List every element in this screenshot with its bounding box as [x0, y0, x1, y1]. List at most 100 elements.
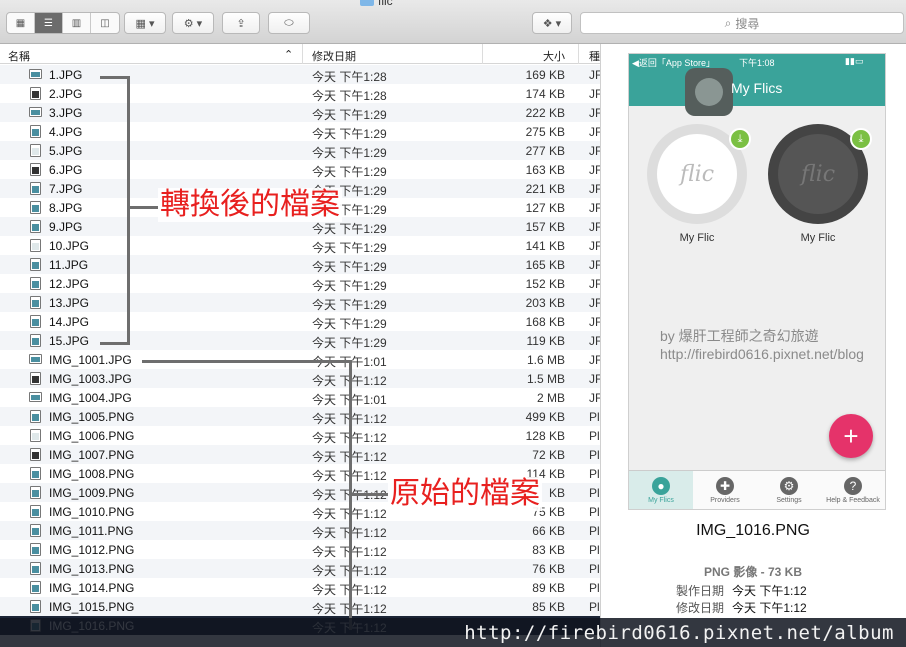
image-file-icon [30, 486, 41, 499]
file-row[interactable]: 14.JPG 今天 下午1:29 168 KB JF [0, 312, 600, 331]
column-kind[interactable]: 種 [589, 48, 600, 64]
phone-status-bar: ◀返回「App Store」 下午1:08 ▮▮▭ [629, 54, 885, 70]
file-size: 83 KB [532, 543, 565, 557]
column-divider[interactable] [302, 44, 303, 64]
file-size: 163 KB [525, 163, 565, 177]
tab-help: ? Help & Feedback [821, 471, 885, 509]
file-row[interactable]: IMG_1011.PNG 今天 下午1:12 66 KB Pl [0, 521, 600, 540]
file-kind: JF [589, 315, 600, 329]
file-kind: JF [589, 163, 600, 177]
file-kind: JF [589, 239, 600, 253]
column-date[interactable]: 修改日期 [312, 48, 356, 64]
file-size: 221 KB [525, 182, 565, 196]
app-logo-icon [685, 68, 733, 116]
image-file-icon [30, 372, 41, 385]
file-row[interactable]: 1.JPG 今天 下午1:28 169 KB JF [0, 65, 600, 84]
sort-chevron-icon[interactable]: ⌃ [284, 48, 293, 61]
file-row[interactable]: IMG_1015.PNG 今天 下午1:12 85 KB Pl [0, 597, 600, 616]
file-size: 203 KB [525, 296, 565, 310]
file-name: 3.JPG [49, 106, 83, 120]
dropbox-button[interactable]: ❖ ▾ [532, 12, 572, 34]
preview-image: ◀返回「App Store」 下午1:08 ▮▮▭ My Flics flic … [628, 53, 886, 510]
file-kind: JF [589, 87, 600, 101]
file-name: 7.JPG [49, 182, 83, 196]
share-button[interactable]: ⇪ [222, 12, 260, 34]
finder-window: { "window": {"title": "flic"}, "toolbar"… [0, 0, 906, 647]
file-kind: Pl [589, 410, 600, 424]
file-kind: JF [589, 106, 600, 120]
tab-providers: ✚ Providers [693, 471, 757, 509]
file-row[interactable]: IMG_1004.JPG 今天 下午1:01 2 MB JF [0, 388, 600, 407]
gear-icon: ⚙ ▾ [183, 17, 203, 30]
meta-key: 修改日期 [675, 601, 724, 615]
tab-settings: ⚙ Settings [757, 471, 821, 509]
file-row[interactable]: IMG_1013.PNG 今天 下午1:12 76 KB Pl [0, 559, 600, 578]
column-name[interactable]: 名稱 [8, 48, 30, 64]
file-size: 222 KB [525, 106, 565, 120]
file-row[interactable]: 13.JPG 今天 下午1:29 203 KB JF [0, 293, 600, 312]
file-row[interactable]: 2.JPG 今天 下午1:28 174 KB JF [0, 84, 600, 103]
tab-label: Providers [710, 497, 740, 504]
grid-view-icon[interactable]: ▦ [7, 13, 35, 33]
image-file-icon [30, 410, 41, 423]
folder-icon [360, 0, 374, 6]
column-divider[interactable] [482, 44, 483, 64]
file-size: 499 KB [525, 410, 565, 424]
file-kind: JF [589, 277, 600, 291]
gear-icon: ⚙ [780, 477, 798, 495]
puzzle-icon: ✚ [716, 477, 734, 495]
watermark-url: http://firebird0616.pixnet.net/blog [660, 346, 864, 362]
list-view-icon[interactable]: ☰ [35, 13, 63, 33]
file-name: 10.JPG [49, 239, 90, 253]
search-field[interactable]: ⌕ 搜尋 [580, 12, 904, 34]
meta-value: 今天 下午1:12 [732, 584, 807, 598]
file-size: 76 KB [532, 562, 565, 576]
file-date: 今天 下午1:28 [312, 70, 387, 84]
file-row[interactable]: 6.JPG 今天 下午1:29 163 KB JF [0, 160, 600, 179]
file-row[interactable]: 5.JPG 今天 下午1:29 277 KB JF [0, 141, 600, 160]
column-size[interactable]: 大小 [543, 48, 565, 64]
file-date: 今天 下午1:29 [312, 165, 387, 179]
download-icon: ⤓ [729, 128, 751, 150]
file-row[interactable]: 15.JPG 今天 下午1:29 119 KB JF [0, 331, 600, 350]
bracket-converted [127, 76, 130, 345]
file-row[interactable]: 12.JPG 今天 下午1:29 152 KB JF [0, 274, 600, 293]
phone-tab-bar: ● My Flics ✚ Providers ⚙ Settings ? Help & F… [629, 470, 885, 509]
file-row[interactable]: IMG_1005.PNG 今天 下午1:12 499 KB Pl [0, 407, 600, 426]
file-row[interactable]: IMG_1003.JPG 今天 下午1:12 1.5 MB JF [0, 369, 600, 388]
bracket-bottom [100, 342, 130, 345]
view-switcher[interactable]: ▦ ☰ ▥ ◫ [6, 12, 120, 34]
image-file-icon [30, 315, 41, 328]
image-file-icon [30, 239, 41, 252]
coverflow-view-icon[interactable]: ◫ [91, 13, 119, 33]
column-divider[interactable] [578, 44, 579, 64]
file-row[interactable]: 4.JPG 今天 下午1:29 275 KB JF [0, 122, 600, 141]
file-row[interactable]: 11.JPG 今天 下午1:29 165 KB JF [0, 255, 600, 274]
file-row[interactable]: IMG_1012.PNG 今天 下午1:12 83 KB Pl [0, 540, 600, 559]
tag-button[interactable]: ⬭ [268, 12, 310, 34]
file-row[interactable]: 3.JPG 今天 下午1:29 222 KB JF [0, 103, 600, 122]
file-name: 11.JPG [49, 258, 89, 272]
file-size: 1.5 MB [526, 372, 565, 386]
file-row[interactable]: IMG_1007.PNG 今天 下午1:12 72 KB Pl [0, 445, 600, 464]
image-file-icon [29, 392, 42, 402]
file-name: IMG_1009.PNG [49, 486, 135, 500]
file-kind: Pl [589, 581, 600, 595]
file-name: 2.JPG [49, 87, 83, 101]
action-button[interactable]: ⚙ ▾ [172, 12, 214, 34]
file-row[interactable]: IMG_1006.PNG 今天 下午1:12 128 KB Pl [0, 426, 600, 445]
file-size: 85 KB [532, 600, 565, 614]
file-row[interactable]: 10.JPG 今天 下午1:29 141 KB JF [0, 236, 600, 255]
column-view-icon[interactable]: ▥ [63, 13, 91, 33]
image-file-icon [30, 87, 41, 100]
file-size: 165 KB [525, 258, 565, 272]
file-row[interactable]: IMG_1014.PNG 今天 下午1:12 89 KB Pl [0, 578, 600, 597]
bracket-original-pointer [352, 493, 388, 496]
bracket-original-top [142, 360, 352, 363]
bracket-top [100, 76, 130, 79]
file-name: IMG_1004.JPG [49, 391, 132, 405]
file-date: 今天 下午1:29 [312, 336, 387, 350]
file-size: 128 KB [525, 429, 565, 443]
arrange-button[interactable]: ▦ ▾ [124, 12, 166, 34]
file-list: 1.JPG 今天 下午1:28 169 KB JF 2.JPG 今天 下午1:28 174 … [0, 65, 600, 640]
